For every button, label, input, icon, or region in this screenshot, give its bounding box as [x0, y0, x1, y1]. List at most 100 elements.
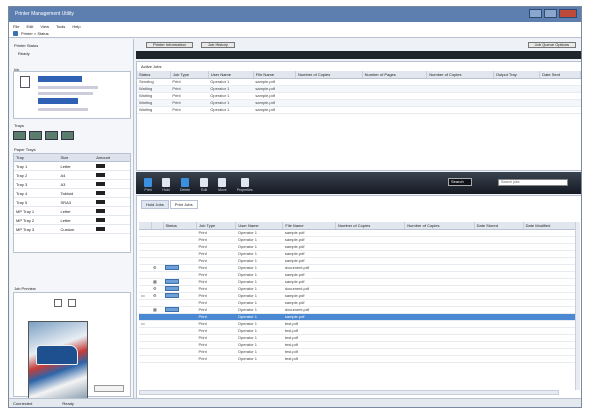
tray-icon[interactable]	[29, 131, 42, 140]
job-type: Print	[196, 264, 236, 272]
tray-icon[interactable]	[45, 131, 58, 140]
tool-label: Delete	[180, 188, 191, 192]
printer-information-button[interactable]: Printer Information	[146, 41, 193, 48]
table-row[interactable]: Sending Print Operator 1 sample.pdf	[137, 78, 581, 86]
table-row[interactable]: Print Operator 1 test.pdf	[139, 341, 579, 349]
properties-tool[interactable]: Properties	[237, 178, 253, 192]
col-header[interactable]: User Name	[208, 71, 254, 79]
menu-view[interactable]: View	[40, 24, 49, 29]
hold-tool[interactable]: Hold	[162, 178, 170, 192]
delete-tool[interactable]: Delete	[180, 178, 190, 192]
vertical-scrollbar[interactable]	[575, 222, 580, 390]
col-header[interactable]: Date Modified	[523, 222, 580, 230]
col-header[interactable]: User Name	[235, 222, 284, 230]
page-selector[interactable]	[94, 385, 124, 392]
job-history-button[interactable]: Job History	[200, 41, 235, 48]
table-row[interactable]: Print Operator 1 sample.pdf	[139, 250, 579, 258]
table-row[interactable]: Print Operator 1 sample.pdf	[139, 243, 579, 251]
table-row[interactable]: Waiting Print Operator 1 sample.pdf	[137, 92, 581, 100]
table-row[interactable]: Tray 4 Tabloid	[14, 188, 130, 198]
table-row[interactable]: Tray 3 A3	[14, 179, 130, 189]
job-file: test.pdf	[282, 327, 336, 335]
menu-tools[interactable]: Tools	[56, 24, 65, 29]
tool-label: Properties	[236, 188, 253, 192]
zoom-in-icon[interactable]	[54, 299, 62, 307]
col-header[interactable]: Number of Pages	[362, 71, 428, 79]
printer-status-pane: Printer Status Ready Ink Trays Paper Tra…	[10, 39, 134, 399]
ink-level-bar	[38, 98, 78, 104]
col-header[interactable]: Number of Copies	[295, 71, 363, 79]
table-row[interactable]: Waiting Print Operator 1 sample.pdf	[137, 85, 581, 93]
table-row-selected[interactable]: Print Operator 1 sample.pdf	[139, 313, 579, 321]
table-row[interactable]: Print Operator 1 sample.pdf	[139, 271, 579, 279]
tray-size: Letter	[58, 161, 95, 171]
close-button[interactable]	[559, 9, 577, 18]
table-row[interactable]: Waiting Print Operator 1 sample.pdf	[137, 106, 581, 114]
table-row[interactable]: Tray 5 SRA3	[14, 197, 130, 207]
menu-help[interactable]: Help	[72, 24, 80, 29]
breadcrumb-path[interactable]: Printer > Status	[21, 31, 49, 36]
col-header[interactable]: Status	[137, 71, 171, 79]
job-queue-options-button[interactable]: Job Queue Options	[527, 41, 576, 48]
menu-file[interactable]: File	[13, 24, 19, 29]
col-header[interactable]	[151, 222, 164, 230]
edit-tool[interactable]: Edit	[200, 178, 209, 192]
tray-size: Letter	[58, 206, 95, 216]
col-header[interactable]: Status	[163, 222, 197, 230]
table-row[interactable]: ▭ ⚙ Print Operator 1 sample.pdf	[139, 292, 579, 300]
job-file: sample.pdf	[282, 278, 336, 286]
job-type: Print	[196, 250, 236, 258]
table-row[interactable]: Print Operator 1 test.pdf	[139, 327, 579, 335]
col-header[interactable]: Number of Copies	[404, 222, 475, 230]
col-header[interactable]: Output Tray	[493, 71, 541, 79]
table-row[interactable]: Print Operator 1 sample.pdf	[139, 229, 579, 237]
col-header[interactable]: Job Type	[170, 71, 209, 79]
table-row[interactable]: Print Operator 1 sample.pdf	[139, 236, 579, 244]
paper-level-icon	[96, 190, 106, 195]
table-row[interactable]: ⚙ Print Operator 1 document.pdf	[139, 285, 579, 293]
col-header[interactable]: Number of Copies	[426, 71, 494, 79]
table-row[interactable]: MP Tray 1 Letter	[14, 206, 130, 216]
paper-level-icon	[96, 208, 106, 213]
table-row[interactable]: MP Tray 3 Custom	[14, 224, 130, 234]
col-header[interactable]: Date Stored	[474, 222, 524, 230]
tray-icon[interactable]	[13, 131, 26, 140]
tray-size: Tabloid	[58, 188, 95, 198]
search-input[interactable]: Search jobs	[498, 179, 568, 186]
table-row[interactable]: Print Operator 1 test.pdf	[139, 355, 579, 363]
col-header[interactable]: Number of Copies	[335, 222, 406, 230]
job-file: sample.pdf	[282, 313, 336, 321]
col-header[interactable]	[139, 222, 152, 230]
col-header[interactable]: File Name	[282, 222, 336, 230]
col-header[interactable]: File Name	[253, 71, 297, 79]
tab-print-jobs[interactable]: Print Jobs	[169, 200, 198, 209]
table-row[interactable]: ⚙ Print Operator 1 document.pdf	[139, 264, 579, 272]
table-row[interactable]: Tray 2 A4	[14, 170, 130, 180]
table-row[interactable]: Tray 1 Letter	[14, 161, 130, 171]
table-row[interactable]: Print Operator 1 test.pdf	[139, 348, 579, 356]
menu-edit[interactable]: Edit	[26, 24, 33, 29]
search-filter[interactable]: Search	[448, 178, 472, 186]
table-row[interactable]: ▦ Print Operator 1 document.pdf	[139, 306, 579, 314]
table-row[interactable]: Print Operator 1 sample.pdf	[139, 257, 579, 265]
table-row[interactable]: ▦ Print Operator 1 sample.pdf	[139, 278, 579, 286]
maximize-button[interactable]	[544, 9, 557, 18]
table-row[interactable]: Waiting Print Operator 1 sample.pdf	[137, 99, 581, 107]
move-tool[interactable]: Move	[218, 178, 227, 192]
col-header[interactable]: Job Type	[196, 222, 237, 230]
table-row[interactable]: MP Tray 2 Letter	[14, 215, 130, 225]
minimize-button[interactable]	[529, 9, 542, 18]
table-row[interactable]: Print Operator 1 test.pdf	[139, 334, 579, 342]
horizontal-scrollbar[interactable]	[139, 390, 559, 395]
tray-icon[interactable]	[61, 131, 74, 140]
table-row[interactable]: ▭ Print Operator 1 test.pdf	[139, 320, 579, 328]
print-tool[interactable]: Print	[144, 178, 152, 192]
zoom-out-icon[interactable]	[68, 299, 76, 307]
status-ready: Ready	[62, 400, 74, 406]
header-strip	[136, 51, 581, 59]
col-header[interactable]: Date Sent	[539, 71, 581, 79]
job-type: Print	[196, 292, 236, 300]
table-row[interactable]: Print Operator 1 sample.pdf	[139, 299, 579, 307]
tab-hold-jobs[interactable]: Hold Jobs	[141, 200, 169, 209]
job-user: Operator 1	[208, 78, 254, 86]
